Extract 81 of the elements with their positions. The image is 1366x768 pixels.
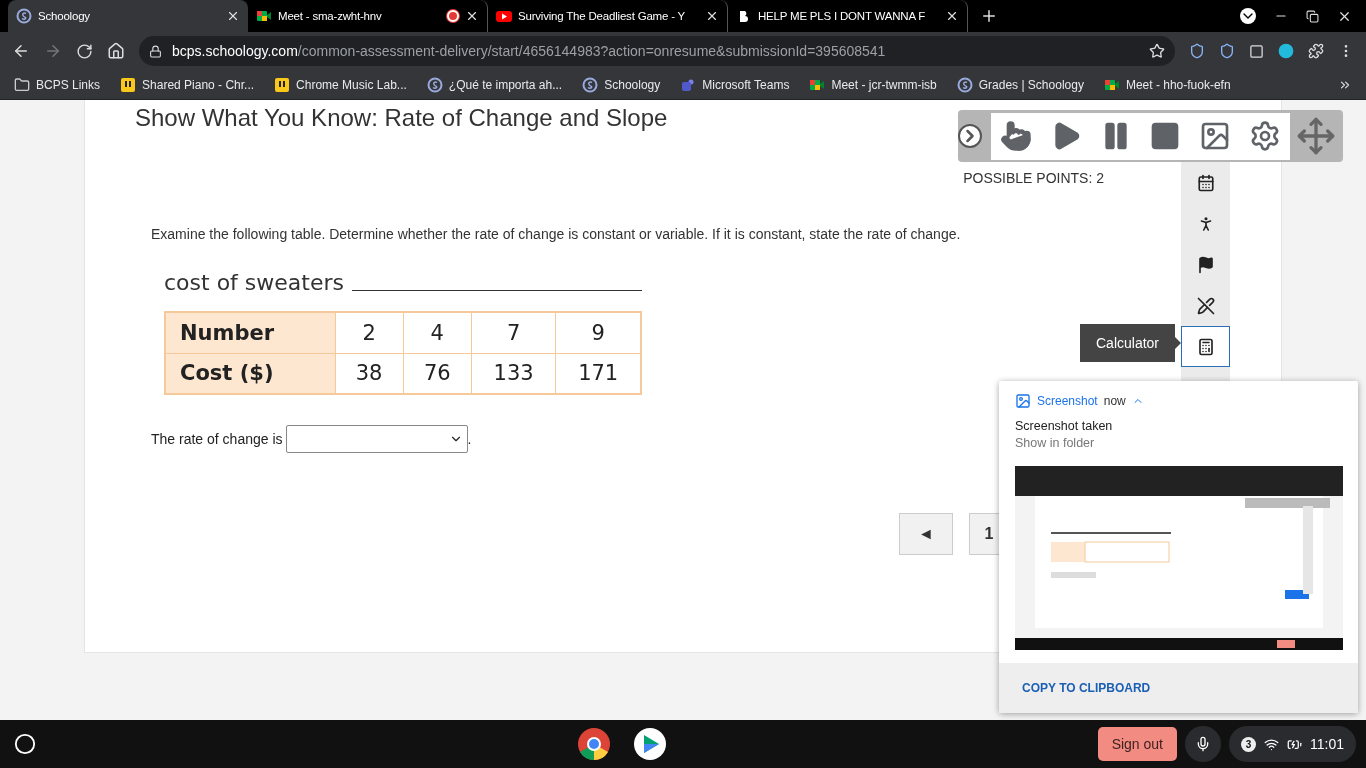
folder-icon [14,76,30,93]
table-cell: 9 [555,312,641,353]
table-caption: cost of sweaters [164,270,344,295]
tooltip: Calculator [1080,324,1181,362]
microphone-icon [1195,736,1211,752]
notification-count: 3 [1241,736,1256,752]
clock-time: 11:01 [1310,736,1344,752]
tab-search-icon[interactable] [1240,8,1256,24]
forward-icon[interactable] [44,42,62,60]
bookmark[interactable]: Grades | Schoology [956,76,1084,93]
browser-tab[interactable]: Schoology [8,0,248,32]
row-header: Number [165,312,335,353]
close-icon[interactable] [226,9,240,23]
bookmark[interactable]: Chrome Music Lab... [274,76,407,93]
schoology-logo-icon [426,76,443,93]
close-icon[interactable] [465,9,479,23]
expand-icon[interactable] [958,124,982,148]
table-cell: 76 [403,353,472,394]
reload-icon[interactable] [76,42,93,60]
restore-icon[interactable] [1306,9,1319,23]
pointer-hand-icon[interactable] [999,120,1032,152]
status-area[interactable]: 3 11:01 [1229,726,1356,762]
move-icon[interactable] [1296,116,1336,156]
assessment-title: Show What You Know: Rate of Change and Slope [135,104,669,132]
notification-title: Screenshot taken [1014,418,1114,433]
calendar-icon [1196,173,1215,192]
shield-icon[interactable] [1219,43,1235,59]
play-logo-icon [496,8,512,24]
bookmark[interactable]: Shared Piano - Chr... [120,76,255,93]
sign-out-button[interactable]: Sign out [1097,727,1177,761]
possible-points: POSSIBLE POINTS: 2 [963,170,1104,186]
copy-button[interactable]: COPY TO CLIPBOARD [1022,681,1151,695]
close-icon[interactable] [705,9,719,23]
table-cell: 2 [335,312,404,353]
play-store-icon[interactable] [632,727,667,761]
notification-app: Screenshot [1037,394,1098,408]
bookmark[interactable]: Meet - hho-fuok-efn [1103,76,1231,93]
home-icon[interactable] [107,42,125,60]
microphone-button[interactable] [1185,726,1221,762]
table-cell: 4 [403,312,472,353]
extension-icon[interactable] [1278,43,1294,59]
flag-icon [1196,255,1215,274]
wifi-icon [1264,736,1279,752]
address-bar[interactable]: bcps.schoology.com/common-assessment-delivery/start/4656144983?action=onresume&submissionId=395608541 [139,36,1175,66]
launcher-icon[interactable] [14,733,36,755]
answer-dropdown[interactable] [285,425,468,453]
strikethrough-pen-icon [1196,296,1215,315]
close-icon[interactable] [945,9,959,23]
bookmark[interactable]: BCPS Links [14,76,101,93]
plus-icon [980,7,998,25]
show-in-folder-link[interactable]: Show in folder [999,433,1358,450]
image-icon [1015,393,1031,409]
answer-label: The rate of change is [151,431,283,447]
piano-icon [274,76,291,93]
back-icon[interactable] [12,42,30,60]
bookmark[interactable]: Meet - jcr-twmm-isb [809,76,937,93]
schoology-logo-icon [582,76,599,93]
schoology-logo-icon [956,76,973,93]
lock-icon [149,44,162,58]
notification-time: now [1103,394,1126,408]
tool-button[interactable] [1181,326,1230,367]
video-camera-icon [256,8,272,24]
browser-app-icon[interactable] [576,727,611,761]
shield-icon[interactable] [1189,43,1205,59]
extensions-icon[interactable] [1308,43,1324,59]
row-header: Cost ($) [165,353,335,394]
extension-icon[interactable] [1249,43,1264,59]
bookmark[interactable]: ¿Qué te importa ah... [426,76,563,93]
table-cell: 133 [471,353,556,394]
previous-page-button[interactable]: ◄ [899,513,953,555]
table-cell: 171 [555,353,641,394]
schoology-logo-icon [16,8,32,24]
table-cell: 7 [471,312,556,353]
bookmark-star-icon[interactable] [1149,43,1165,59]
bookmark[interactable]: Schoology [582,76,661,93]
table-cell: 38 [335,353,404,394]
piano-icon [120,76,137,93]
bookmark[interactable]: Microsoft Teams [680,76,790,93]
period-text: . [467,431,472,447]
question-text: Examine the following table. Determine whether the rate of change is constant or variable. If it is constant, state the rate of change. [151,226,962,242]
calculator-icon [1196,337,1215,356]
